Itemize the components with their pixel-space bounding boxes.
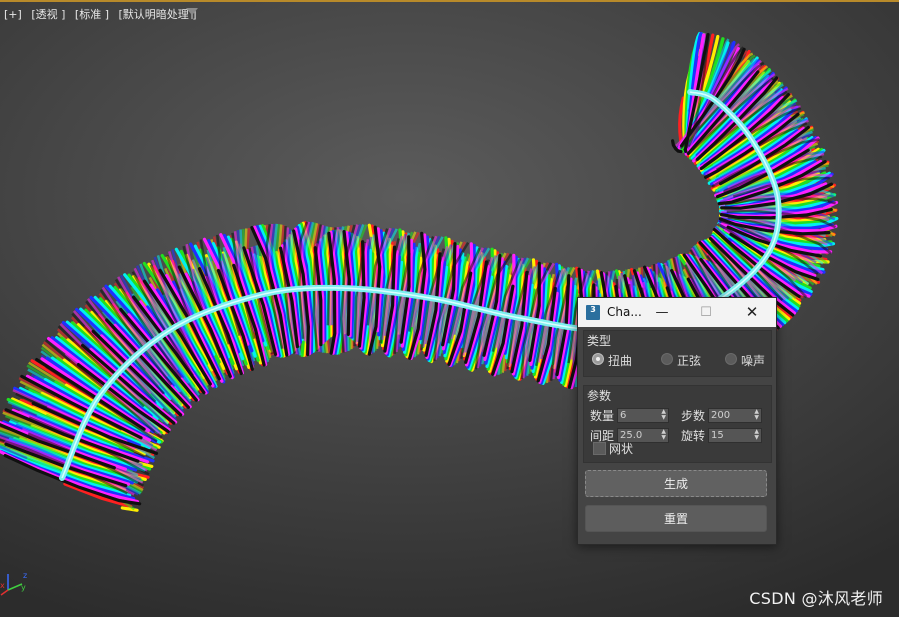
steps-label: 步数 [681, 409, 706, 423]
axis-gizmo-icon: z y x [0, 571, 27, 596]
watermark: CSDN @沐风老师 [749, 589, 883, 608]
radio-twist-dot[interactable] [592, 353, 604, 365]
viewport-menu-plus[interactable]: [+] [4, 8, 22, 21]
rotation-spinner[interactable]: 15 ▲ ▼ [708, 428, 762, 443]
radio-noise-label: 噪声 [741, 354, 766, 368]
type-group: 类型 扭曲 正弦 噪声 [583, 330, 772, 377]
radio-sine-label: 正弦 [677, 354, 702, 368]
filter-funnel-icon[interactable] [186, 8, 198, 20]
viewport-camera-label[interactable]: [标准 ] [75, 8, 109, 21]
params-group-label: 参数 [587, 389, 612, 403]
grid-checkbox-label[interactable]: 网状 [609, 440, 633, 457]
count-spinner[interactable]: 6 ▲ ▼ [617, 408, 669, 423]
coil-generator-dialog: 3 Cha... — ☐ ✕ 类型 扭曲 正弦 噪声 参数 数量 6 ▲ ▼ 步… [577, 297, 777, 545]
steps-spinner[interactable]: 200 ▲ ▼ [708, 408, 762, 423]
count-spinner-arrows-icon[interactable]: ▲ ▼ [661, 409, 666, 421]
dialog-title: Cha... [607, 305, 642, 319]
gizmo-y-label: y [21, 583, 26, 592]
viewport-labels: [+] [透视 ] [标准 ] [默认明暗处理 ] [4, 6, 203, 22]
steps-value[interactable]: 200 [711, 410, 730, 421]
minimize-button[interactable]: — [640, 298, 684, 327]
radio-sine-dot[interactable] [661, 353, 673, 365]
maximize-button[interactable]: ☐ [684, 298, 728, 327]
spacing-spinner-arrows-icon[interactable]: ▲ ▼ [661, 429, 666, 441]
generate-button[interactable]: 生成 [585, 470, 767, 497]
grid-checkbox[interactable] [593, 442, 606, 455]
rotation-label: 旋转 [681, 429, 706, 443]
rotation-spinner-arrows-icon[interactable]: ▲ ▼ [754, 429, 759, 441]
count-label: 数量 [590, 409, 615, 423]
app-3dsmax-icon: 3 [586, 305, 600, 320]
viewport-shading-label[interactable]: [默认明暗处理 ] [119, 8, 197, 21]
radio-twist-label: 扭曲 [608, 354, 633, 368]
gizmo-x-label: x [0, 581, 5, 590]
steps-spinner-arrows-icon[interactable]: ▲ ▼ [754, 409, 759, 421]
rotation-value[interactable]: 15 [711, 430, 724, 441]
reset-button[interactable]: 重置 [585, 505, 767, 532]
gizmo-z-label: z [23, 571, 27, 580]
type-group-label: 类型 [587, 334, 612, 348]
radio-noise-dot[interactable] [725, 353, 737, 365]
params-group: 参数 数量 6 ▲ ▼ 步数 200 ▲ ▼ 间距 25.0 ▲ ▼ 旋转 15 ▲ ▼ [583, 385, 772, 463]
close-button[interactable]: ✕ [730, 298, 774, 327]
count-value[interactable]: 6 [620, 410, 626, 421]
3d-viewport[interactable]: [+] [透视 ] [标准 ] [默认明暗处理 ] z y x CSDN @沐风… [0, 0, 899, 617]
dialog-titlebar[interactable]: 3 Cha... — ☐ ✕ [578, 298, 776, 327]
viewport-view-label[interactable]: [透视 ] [31, 8, 65, 21]
